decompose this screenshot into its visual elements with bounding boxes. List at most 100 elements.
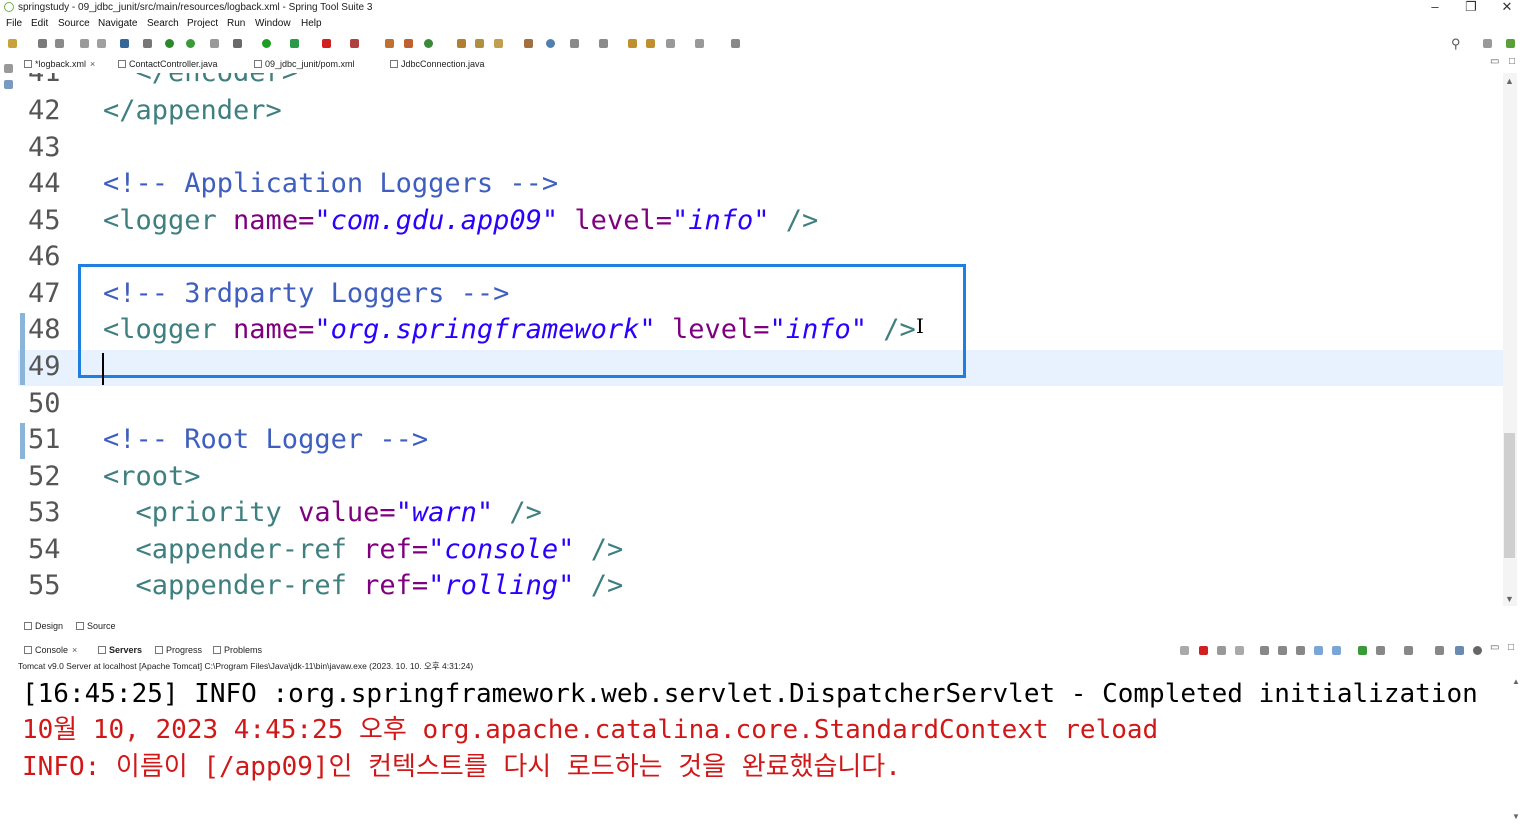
- back-arrow-icon[interactable]: [666, 39, 675, 48]
- minimize-editor-icon[interactable]: ▭: [1490, 56, 1499, 67]
- run-icon[interactable]: [262, 39, 271, 48]
- line-number-gutter: 41 42 43 44 45 46 47 48 49 50 51 52 53 5…: [18, 73, 80, 606]
- prev-annotation-icon[interactable]: [599, 39, 608, 48]
- gear-icon[interactable]: [1473, 646, 1482, 655]
- menu-source[interactable]: Source: [58, 18, 90, 29]
- minimize-button[interactable]: –: [1420, 0, 1450, 14]
- pin-console-icon[interactable]: [1358, 646, 1367, 655]
- problems-icon: [213, 646, 221, 654]
- last-edit-icon[interactable]: [628, 39, 637, 48]
- menu-file[interactable]: File: [6, 18, 22, 29]
- globe-icon[interactable]: [546, 39, 555, 48]
- show-on-stdout-icon[interactable]: [1314, 646, 1323, 655]
- line-number: 52: [28, 461, 61, 492]
- code-comment: <!-- Root Logger -->: [103, 424, 429, 455]
- open-file-icon[interactable]: [475, 39, 484, 48]
- menu-window[interactable]: Window: [255, 18, 291, 29]
- link-icon[interactable]: [1180, 646, 1189, 655]
- xml-source-editor[interactable]: 41 42 43 44 45 46 47 48 49 50 51 52 53 5…: [18, 73, 1503, 606]
- code-line: </encoder>: [103, 73, 299, 91]
- tab-problems[interactable]: Problems: [213, 645, 262, 655]
- tab-jdbcconnection-java[interactable]: JdbcConnection.java: [390, 59, 485, 69]
- open-console-icon[interactable]: [1404, 646, 1413, 655]
- tab-console[interactable]: Console ×: [24, 645, 77, 655]
- package-explorer-icon[interactable]: [4, 80, 13, 89]
- new-class-icon[interactable]: [404, 39, 413, 48]
- console-scroll-down-icon[interactable]: ▼: [1512, 812, 1520, 821]
- menu-edit[interactable]: Edit: [31, 18, 48, 29]
- maximize-panel-icon[interactable]: □: [1508, 642, 1514, 653]
- tab-source[interactable]: Source: [76, 621, 116, 631]
- forward-arrow-icon[interactable]: [695, 39, 704, 48]
- debug-icon[interactable]: [233, 39, 242, 48]
- word-wrap-icon[interactable]: [1296, 646, 1305, 655]
- boot-dashboard-icon[interactable]: [165, 39, 174, 48]
- search-icon[interactable]: ⚲: [1451, 36, 1461, 52]
- tab-logback-xml[interactable]: *logback.xml ×: [24, 59, 95, 69]
- pin-icon[interactable]: [731, 39, 740, 48]
- refresh-icon[interactable]: [186, 39, 195, 48]
- menu-search[interactable]: Search: [147, 18, 179, 29]
- pencil-icon[interactable]: [494, 39, 503, 48]
- new-icon[interactable]: [8, 39, 17, 48]
- close-button[interactable]: ✕: [1492, 0, 1522, 14]
- display-console-icon[interactable]: [1376, 646, 1385, 655]
- restore-view-icon[interactable]: [4, 64, 13, 73]
- new-web-icon[interactable]: [424, 39, 433, 48]
- menu-navigate[interactable]: Navigate: [98, 18, 137, 29]
- new-package-icon[interactable]: [385, 39, 394, 48]
- editor-scroll-thumb[interactable]: [1504, 433, 1515, 558]
- back-icon[interactable]: [646, 39, 655, 48]
- run-external-icon[interactable]: [290, 39, 299, 48]
- terminate-icon[interactable]: [1199, 646, 1208, 655]
- mouse-ibeam-cursor: I: [916, 314, 924, 338]
- tab-pom-xml[interactable]: 09_jdbc_junit/pom.xml: [254, 59, 355, 69]
- tab-design[interactable]: Design: [24, 621, 63, 631]
- clear-console-icon[interactable]: [1260, 646, 1269, 655]
- maven-file-icon: [254, 60, 262, 68]
- task-icon[interactable]: [524, 39, 533, 48]
- source-icon: [76, 622, 84, 630]
- debug-view-icon[interactable]: [1455, 646, 1464, 655]
- console-scroll-up-icon[interactable]: ▲: [1512, 677, 1520, 686]
- skip-breakpoints-icon[interactable]: [143, 39, 152, 48]
- menu-project[interactable]: Project: [187, 18, 218, 29]
- menu-help[interactable]: Help: [301, 18, 322, 29]
- maximize-editor-icon[interactable]: □: [1509, 56, 1515, 67]
- next-annotation-icon[interactable]: [570, 39, 579, 48]
- console-icon[interactable]: [120, 39, 129, 48]
- spring-perspective-icon[interactable]: [1506, 39, 1515, 48]
- tool-icon[interactable]: [210, 39, 219, 48]
- remove-launch-icon[interactable]: [1217, 646, 1226, 655]
- java-file-icon: [118, 60, 126, 68]
- remove-all-icon[interactable]: [1235, 646, 1244, 655]
- perspective-icon[interactable]: [1483, 39, 1492, 48]
- console-line: INFO: 이름이 [/app09]인 컨텍스트를 다시 로드하는 것을 완료했…: [22, 752, 901, 782]
- scroll-down-icon[interactable]: ▼: [1505, 594, 1514, 604]
- open-folder-icon[interactable]: [457, 39, 466, 48]
- show-on-stderr-icon[interactable]: [1332, 646, 1341, 655]
- scroll-lock-icon[interactable]: [1278, 646, 1287, 655]
- server-icon[interactable]: [350, 39, 359, 48]
- line-number: 44: [28, 168, 61, 199]
- close-tab-icon[interactable]: ×: [90, 59, 95, 69]
- stop-icon[interactable]: [322, 39, 331, 48]
- console-output[interactable]: [16:45:25] INFO :org.springframework.web…: [18, 676, 1514, 825]
- restore-button[interactable]: ❐: [1456, 0, 1486, 14]
- tab-contactcontroller-java[interactable]: ContactController.java: [118, 59, 218, 69]
- console-line: 10월 10, 2023 4:45:25 오후 org.apache.catal…: [22, 715, 1159, 745]
- menu-run[interactable]: Run: [227, 18, 245, 29]
- view-menu-icon[interactable]: [1435, 646, 1444, 655]
- save-all-icon[interactable]: [55, 39, 64, 48]
- print-icon[interactable]: [80, 39, 89, 48]
- tab-servers[interactable]: Servers: [98, 645, 142, 655]
- close-tab-icon[interactable]: ×: [72, 645, 77, 655]
- scroll-up-icon[interactable]: ▲: [1505, 76, 1514, 86]
- main-toolbar: ⚲: [0, 34, 1522, 54]
- tab-progress[interactable]: Progress: [155, 645, 202, 655]
- spring-app-icon: [4, 2, 14, 12]
- save-icon[interactable]: [38, 39, 47, 48]
- minimize-panel-icon[interactable]: ▭: [1490, 642, 1499, 653]
- open-type-icon[interactable]: [97, 39, 106, 48]
- title-bar: springstudy - 09_jdbc_junit/src/main/res…: [0, 0, 1522, 16]
